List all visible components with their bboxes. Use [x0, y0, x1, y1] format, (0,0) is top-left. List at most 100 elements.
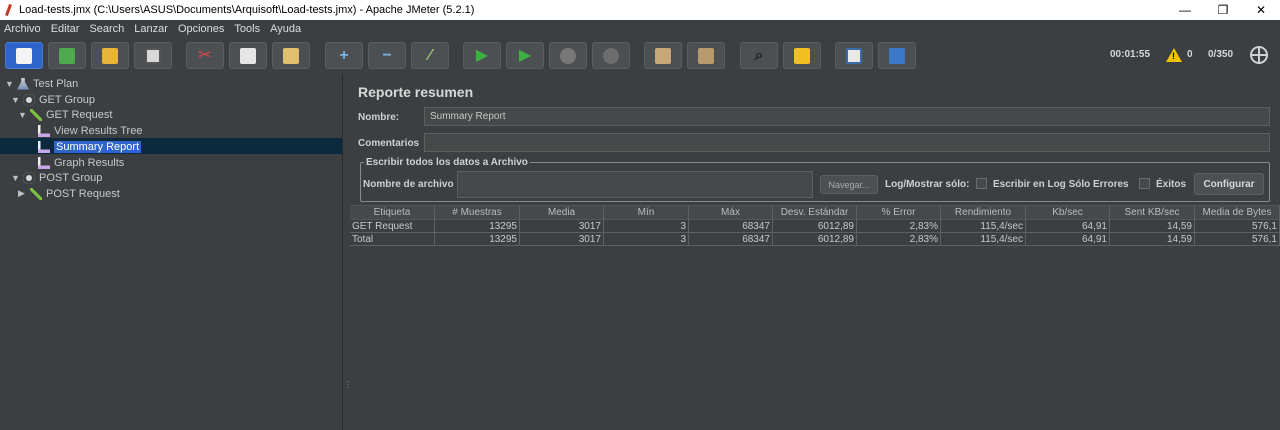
function-helper-button[interactable]: [835, 42, 873, 69]
start-button[interactable]: ▶: [463, 42, 501, 69]
tree-node-graph-results[interactable]: Graph Results: [38, 155, 124, 170]
tree-node-view-results-tree[interactable]: View Results Tree: [38, 123, 142, 138]
filename-label: Nombre de archivo: [363, 179, 454, 190]
menu-archivo[interactable]: Archivo: [4, 23, 41, 35]
name-field[interactable]: Summary Report: [424, 107, 1270, 126]
shutdown-icon: [603, 47, 619, 64]
cell-samples: 13295: [435, 233, 520, 246]
toggle-icon: ⁄: [428, 46, 432, 64]
filename-field[interactable]: [457, 171, 813, 198]
gear-icon: [23, 93, 35, 106]
column-header[interactable]: Sent KB/sec: [1110, 206, 1195, 220]
collapsed-toggle-icon[interactable]: ▶: [18, 188, 27, 199]
errors-only-label[interactable]: Escribir en Log Sólo Errores: [993, 179, 1129, 190]
column-header[interactable]: Media: [520, 206, 604, 220]
menu-ayuda[interactable]: Ayuda: [270, 23, 301, 35]
table-header: Etiqueta # Muestras Media Mín Máx Desv. …: [350, 205, 1280, 220]
toggle-button[interactable]: ⁄: [411, 42, 449, 69]
paste-button[interactable]: [272, 42, 310, 69]
templates-icon: [59, 47, 75, 64]
split-pane-divider[interactable]: ⋮: [342, 74, 352, 430]
tree-node-post-group[interactable]: ▼ POST Group: [11, 170, 102, 185]
tree-node-summary-report[interactable]: Summary Report: [38, 139, 142, 154]
save-button[interactable]: [134, 42, 172, 69]
column-header[interactable]: Mín: [604, 206, 689, 220]
expanded-toggle-icon[interactable]: ▼: [5, 79, 14, 89]
cell-average: 3017: [520, 220, 604, 233]
menu-search[interactable]: Search: [89, 23, 124, 35]
expanded-toggle-icon[interactable]: ▼: [11, 95, 20, 105]
shutdown-button[interactable]: [592, 42, 630, 69]
remote-engines-icon[interactable]: [1250, 46, 1268, 64]
test-plan-tree: ▼ Test Plan ▼ GET Group ▼ GET Request Vi…: [0, 74, 342, 430]
cell-sent-kb-sec: 14,59: [1110, 220, 1195, 233]
listener-icon: [38, 140, 50, 153]
expanded-toggle-icon[interactable]: ▼: [18, 110, 27, 120]
expanded-toggle-icon[interactable]: ▼: [11, 173, 20, 183]
start-no-timers-button[interactable]: ▶: [506, 42, 544, 69]
toolbar: ✂ + − ⁄ ▶ ▶ ⌕ 00:01:55 ! 0 0/350: [0, 38, 1280, 74]
help-button[interactable]: [878, 42, 916, 69]
column-header[interactable]: # Muestras: [435, 206, 520, 220]
cell-std-dev: 6012,89: [773, 233, 857, 246]
search-button[interactable]: ⌕: [740, 42, 778, 69]
column-header[interactable]: % Error: [857, 206, 941, 220]
clear-button[interactable]: [644, 42, 682, 69]
collapse-button[interactable]: −: [368, 42, 406, 69]
menu-opciones[interactable]: Opciones: [178, 23, 224, 35]
function-helper-icon: [846, 47, 862, 64]
cell-error-pct: 2,83%: [857, 233, 941, 246]
cut-button[interactable]: ✂: [186, 42, 224, 69]
listener-icon: [38, 156, 50, 169]
column-header[interactable]: Media de Bytes: [1195, 206, 1280, 220]
name-label: Nombre:: [358, 112, 400, 123]
menu-bar: Archivo Editar Search Lanzar Opciones To…: [0, 20, 1280, 38]
stop-button[interactable]: [549, 42, 587, 69]
write-to-file-legend: Escribir todos los datos a Archivo: [364, 157, 530, 168]
start-icon: ▶: [475, 46, 489, 64]
tree-node-post-request[interactable]: ▶ POST Request: [18, 186, 120, 201]
clear-all-button[interactable]: [687, 42, 725, 69]
column-header[interactable]: Kb/sec: [1026, 206, 1110, 220]
success-only-label[interactable]: Éxitos: [1156, 179, 1186, 190]
open-button[interactable]: [91, 42, 129, 69]
warning-icon[interactable]: !: [1166, 48, 1182, 62]
column-header[interactable]: Máx: [689, 206, 773, 220]
window-title: Load-tests.jmx (C:\Users\ASUS\Documents\…: [19, 4, 475, 16]
menu-editar[interactable]: Editar: [51, 23, 80, 35]
cut-icon: ✂: [198, 46, 212, 64]
new-button[interactable]: [5, 42, 43, 69]
table-row[interactable]: GET Request 13295 3017 3 68347 6012,89 2…: [350, 220, 1280, 233]
maximize-button[interactable]: ❐: [1204, 0, 1242, 20]
close-button[interactable]: ✕: [1242, 0, 1280, 20]
tree-node-test-plan[interactable]: ▼ Test Plan: [5, 76, 78, 91]
start-no-timers-icon: ▶: [518, 46, 532, 64]
cell-error-pct: 2,83%: [857, 220, 941, 233]
column-header[interactable]: Rendimiento: [941, 206, 1026, 220]
errors-only-checkbox[interactable]: [976, 178, 987, 189]
jmeter-logo-icon: [4, 4, 14, 16]
sampler-icon: [30, 187, 42, 200]
cell-throughput: 115,4/sec: [941, 220, 1026, 233]
comments-field[interactable]: [424, 133, 1270, 152]
expand-icon: +: [339, 46, 349, 64]
table-row[interactable]: Total 13295 3017 3 68347 6012,89 2,83% 1…: [350, 233, 1280, 246]
browse-button[interactable]: Navegar...: [820, 175, 878, 194]
tree-node-get-request[interactable]: ▼ GET Request: [18, 107, 112, 122]
success-only-checkbox[interactable]: [1139, 178, 1150, 189]
reset-search-button[interactable]: [783, 42, 821, 69]
copy-button[interactable]: [229, 42, 267, 69]
tree-node-get-group[interactable]: ▼ GET Group: [11, 92, 95, 107]
active-threads: 0/350: [1208, 49, 1234, 60]
menu-lanzar[interactable]: Lanzar: [134, 23, 168, 35]
menu-tools[interactable]: Tools: [234, 23, 260, 35]
new-template-icon: [16, 47, 32, 64]
minimize-button[interactable]: —: [1166, 0, 1204, 20]
column-header[interactable]: Desv. Estándar: [773, 206, 857, 220]
templates-button[interactable]: [48, 42, 86, 69]
comments-label: Comentarios: [358, 138, 420, 149]
configure-button[interactable]: Configurar: [1194, 173, 1264, 195]
expand-button[interactable]: +: [325, 42, 363, 69]
cell-max: 68347: [689, 233, 773, 246]
column-header[interactable]: Etiqueta: [350, 206, 435, 220]
